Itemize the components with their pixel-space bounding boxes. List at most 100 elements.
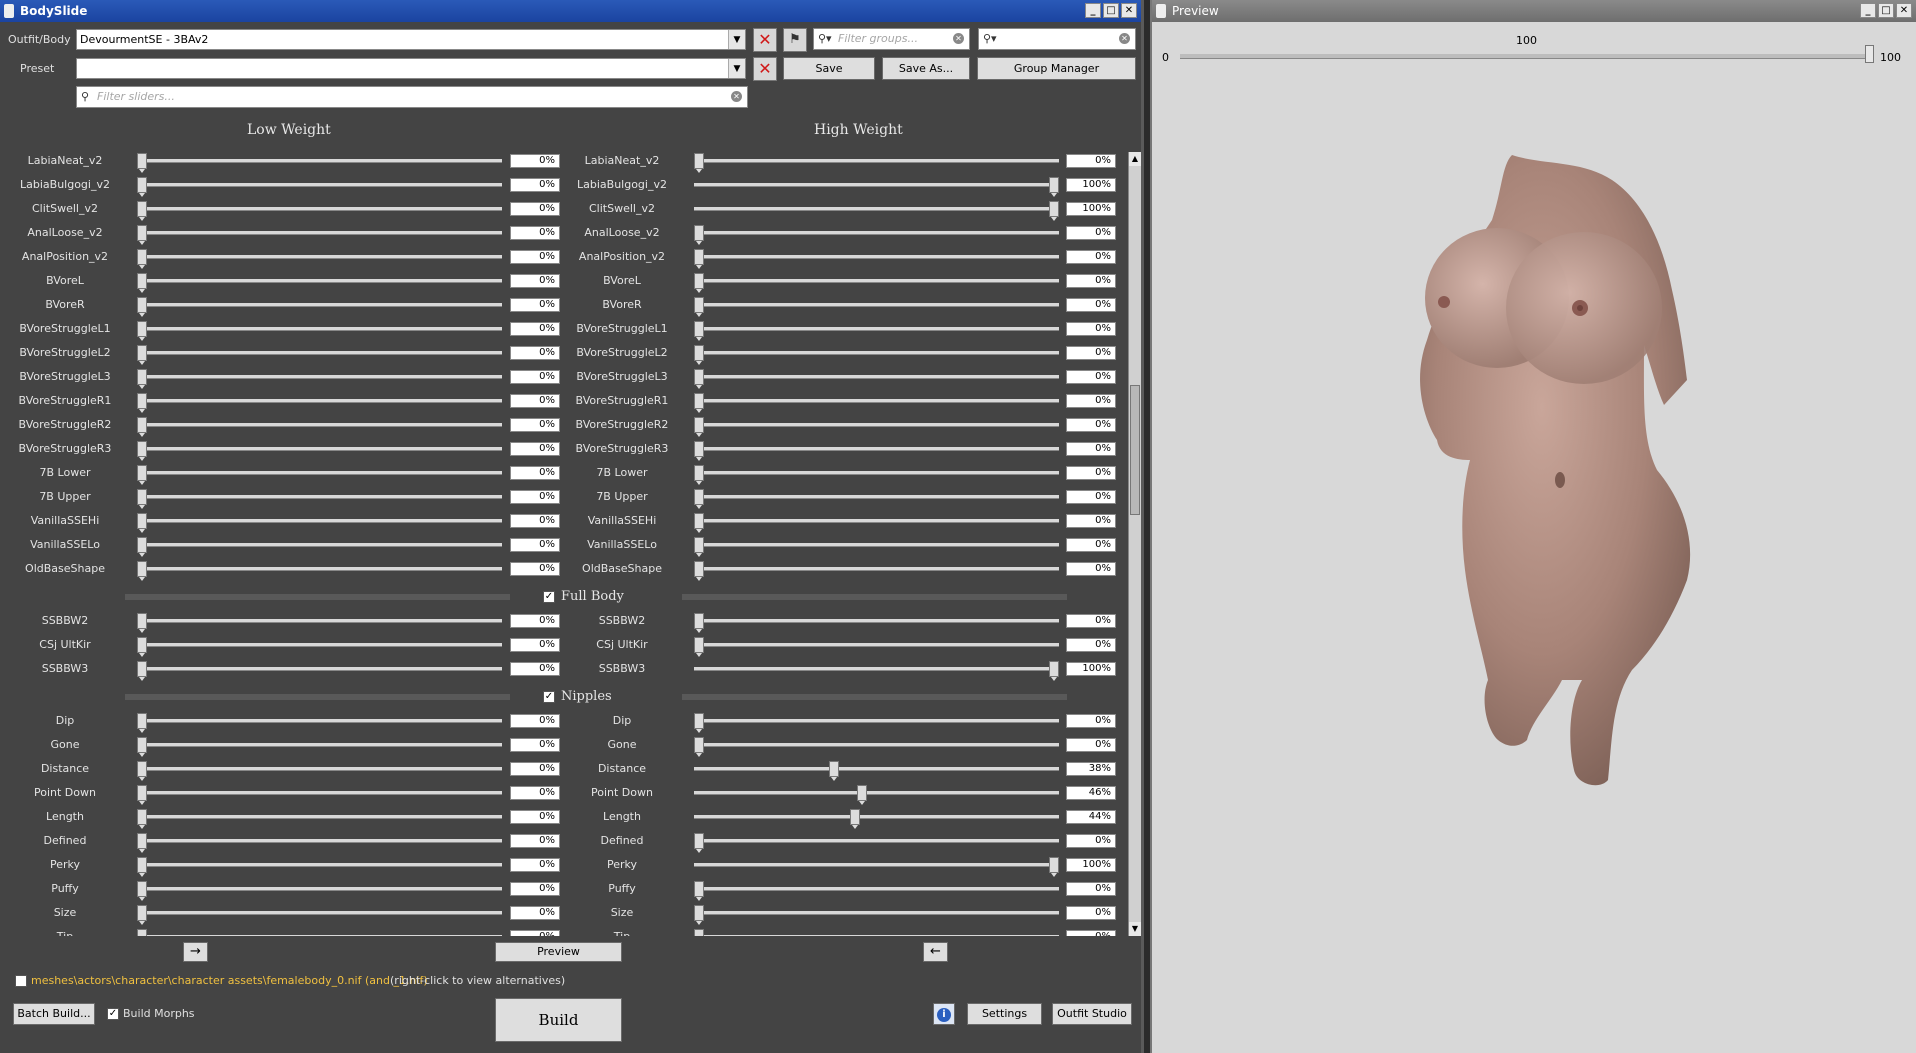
slider-thumb[interactable]: [137, 417, 147, 437]
slider-thumb[interactable]: [694, 465, 704, 485]
slider-track[interactable]: [137, 935, 502, 936]
slider-value-input[interactable]: 0%: [510, 614, 560, 628]
slider-track[interactable]: [137, 743, 502, 747]
slider-value-input[interactable]: 0%: [510, 442, 560, 456]
slider-thumb[interactable]: [694, 561, 704, 581]
slider-track[interactable]: [694, 619, 1059, 623]
slider-thumb[interactable]: [694, 345, 704, 365]
slider-track[interactable]: [694, 643, 1059, 647]
delete-preset-button[interactable]: ✕: [753, 57, 777, 81]
copy-to-left-button[interactable]: ←: [923, 942, 948, 962]
slider-thumb[interactable]: [694, 489, 704, 509]
mesh-alternatives-checkbox[interactable]: [15, 975, 27, 987]
slider-thumb[interactable]: [850, 809, 861, 829]
slider-thumb[interactable]: [137, 905, 147, 925]
chevron-down-icon[interactable]: ▼: [728, 30, 745, 49]
group-checkbox[interactable]: ✓: [543, 591, 555, 603]
slider-track[interactable]: [694, 567, 1059, 571]
slider-thumb[interactable]: [694, 273, 704, 293]
slider-track[interactable]: [137, 423, 502, 427]
slider-track[interactable]: [137, 519, 502, 523]
slider-track[interactable]: [137, 815, 502, 819]
save-as-button[interactable]: Save As...: [882, 57, 970, 80]
slider-value-input[interactable]: 0%: [510, 490, 560, 504]
slider-value-input[interactable]: 0%: [1066, 562, 1116, 576]
clear-icon[interactable]: ✕: [1119, 33, 1130, 44]
slider-track[interactable]: [137, 863, 502, 867]
slider-track[interactable]: [137, 303, 502, 307]
slider-track[interactable]: [137, 495, 502, 499]
slider-track[interactable]: [137, 375, 502, 379]
copy-to-right-button[interactable]: →: [183, 942, 208, 962]
slider-value-input[interactable]: 0%: [510, 370, 560, 384]
slider-thumb[interactable]: [137, 177, 147, 197]
slider-thumb[interactable]: [137, 737, 147, 757]
slider-value-input[interactable]: 0%: [1066, 614, 1116, 628]
slider-value-input[interactable]: 38%: [1066, 762, 1116, 776]
slider-track[interactable]: [694, 815, 1059, 819]
slider-value-input[interactable]: 0%: [510, 154, 560, 168]
slider-track[interactable]: [694, 543, 1059, 547]
filter-sliders-input[interactable]: ⚲ Filter sliders... ✕: [76, 86, 748, 108]
slider-value-input[interactable]: 0%: [510, 714, 560, 728]
slider-value-input[interactable]: 100%: [1066, 178, 1116, 192]
slider-thumb[interactable]: [137, 537, 147, 557]
slider-track[interactable]: [137, 159, 502, 163]
slider-value-input[interactable]: 0%: [1066, 322, 1116, 336]
slider-track[interactable]: [137, 447, 502, 451]
minimize-button[interactable]: _: [1860, 3, 1876, 18]
scroll-down-icon[interactable]: ▼: [1129, 922, 1141, 936]
save-button[interactable]: Save: [783, 57, 875, 80]
slider-thumb[interactable]: [694, 417, 704, 437]
slider-thumb[interactable]: [694, 537, 704, 557]
slider-value-input[interactable]: 0%: [510, 930, 560, 936]
slider-thumb[interactable]: [137, 785, 147, 805]
slider-value-input[interactable]: 0%: [1066, 514, 1116, 528]
slider-track[interactable]: [694, 743, 1059, 747]
slider-value-input[interactable]: 0%: [510, 178, 560, 192]
slider-track[interactable]: [137, 543, 502, 547]
slider-value-input[interactable]: 0%: [1066, 226, 1116, 240]
slider-thumb[interactable]: [1049, 201, 1059, 221]
slider-track[interactable]: [694, 719, 1059, 723]
slider-value-input[interactable]: 0%: [1066, 490, 1116, 504]
slider-value-input[interactable]: 44%: [1066, 810, 1116, 824]
slider-value-input[interactable]: 0%: [510, 298, 560, 312]
slider-thumb[interactable]: [137, 225, 147, 245]
slider-thumb[interactable]: [694, 737, 704, 757]
info-button[interactable]: i: [933, 1003, 955, 1025]
chevron-down-icon[interactable]: ▼: [728, 59, 745, 78]
slider-track[interactable]: [694, 207, 1059, 211]
slider-thumb[interactable]: [137, 561, 147, 581]
slider-value-input[interactable]: 0%: [510, 834, 560, 848]
preview-button[interactable]: Preview: [495, 942, 622, 962]
slider-thumb[interactable]: [1049, 177, 1059, 197]
group-manager-button[interactable]: Group Manager: [977, 57, 1136, 80]
slider-thumb[interactable]: [694, 929, 704, 936]
main-titlebar[interactable]: BodySlide _ □ ✕: [0, 0, 1141, 22]
slider-track[interactable]: [694, 327, 1059, 331]
slider-thumb[interactable]: [137, 637, 147, 657]
slider-track[interactable]: [137, 471, 502, 475]
slider-value-input[interactable]: 0%: [1066, 638, 1116, 652]
slider-value-input[interactable]: 100%: [1066, 858, 1116, 872]
slider-track[interactable]: [694, 231, 1059, 235]
slider-thumb[interactable]: [694, 249, 704, 269]
slider-thumb[interactable]: [694, 321, 704, 341]
slider-value-input[interactable]: 0%: [510, 906, 560, 920]
slider-thumb[interactable]: [137, 201, 147, 221]
build-button[interactable]: Build: [495, 998, 622, 1042]
slider-value-input[interactable]: 0%: [1066, 466, 1116, 480]
slider-value-input[interactable]: 0%: [1066, 442, 1116, 456]
slider-value-input[interactable]: 0%: [510, 762, 560, 776]
slider-thumb[interactable]: [137, 613, 147, 633]
slider-track[interactable]: [137, 643, 502, 647]
slider-thumb[interactable]: [694, 153, 704, 173]
slider-value-input[interactable]: 0%: [1066, 298, 1116, 312]
slider-thumb[interactable]: [137, 153, 147, 173]
slider-list-scrollbar[interactable]: ▲ ▼: [1128, 152, 1141, 936]
slider-value-input[interactable]: 0%: [1066, 930, 1116, 936]
slider-track[interactable]: [137, 667, 502, 671]
slider-track[interactable]: [694, 839, 1059, 843]
preset-select[interactable]: ▼: [76, 58, 746, 79]
